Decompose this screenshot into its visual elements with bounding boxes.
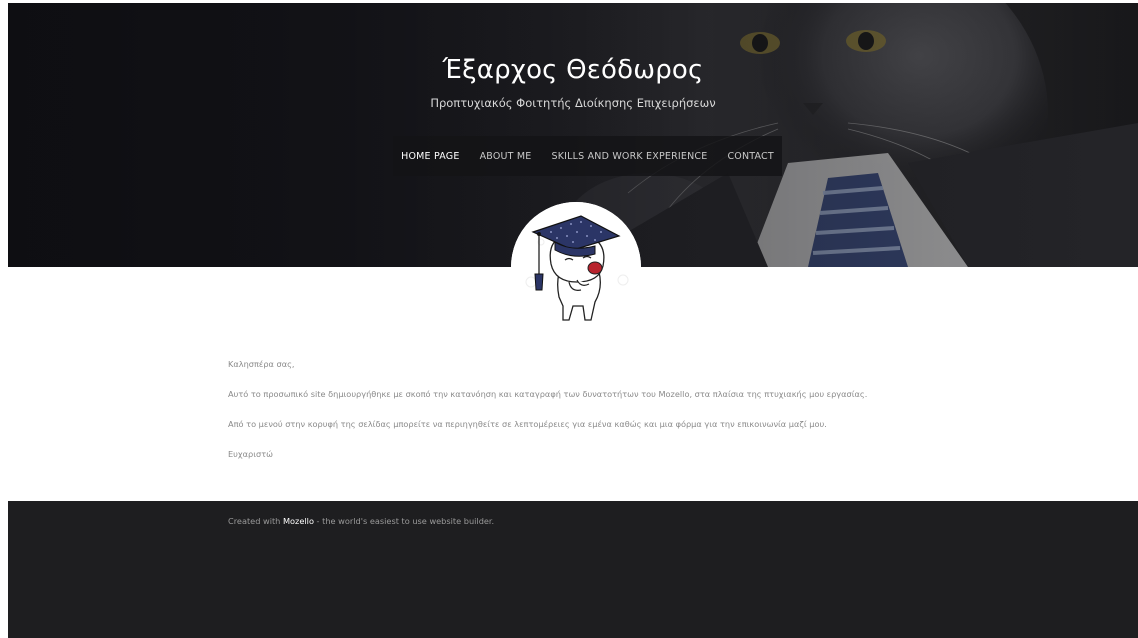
footer-credit-prefix: Created with (228, 516, 283, 526)
intro-paragraph: Αυτό το προσωπικό site δημιουργήθηκε με … (228, 389, 868, 399)
footer-credit-suffix: - the world's easiest to use website bui… (313, 516, 495, 526)
main-navigation: HOME PAGE ABOUT ME SKILLS AND WORK EXPER… (393, 136, 782, 176)
footer-credit: Created with Mozello - the world's easie… (228, 516, 494, 526)
nav-item-skills-and-work-experience[interactable]: SKILLS AND WORK EXPERIENCE (541, 151, 717, 162)
mozello-link[interactable]: Mozello (283, 516, 314, 526)
footer: Created with Mozello - the world's easie… (8, 501, 1138, 638)
greeting-paragraph: Καλησπέρα σας, (228, 359, 295, 369)
thanks-paragraph: Ευχαριστώ (228, 449, 273, 459)
nav-item-contact[interactable]: CONTACT (717, 151, 783, 162)
navigation-info-paragraph: Από το μενού στην κορυφή της σελίδας μπο… (228, 419, 827, 429)
nav-item-about-me[interactable]: ABOUT ME (470, 151, 542, 162)
nav-item-home-page[interactable]: HOME PAGE (391, 151, 469, 162)
site-subtitle: Προπτυχιακός Φοιτητής Διοίκησης Επιχειρή… (430, 96, 716, 110)
profile-avatar (511, 202, 641, 332)
page: Έξαρχος Θεόδωρος Προπτυχιακός Φοιτητής Δ… (0, 0, 1138, 638)
site-title: Έξαρχος Θεόδωρος (442, 55, 704, 85)
graduate-cat-avatar-icon (511, 202, 641, 332)
